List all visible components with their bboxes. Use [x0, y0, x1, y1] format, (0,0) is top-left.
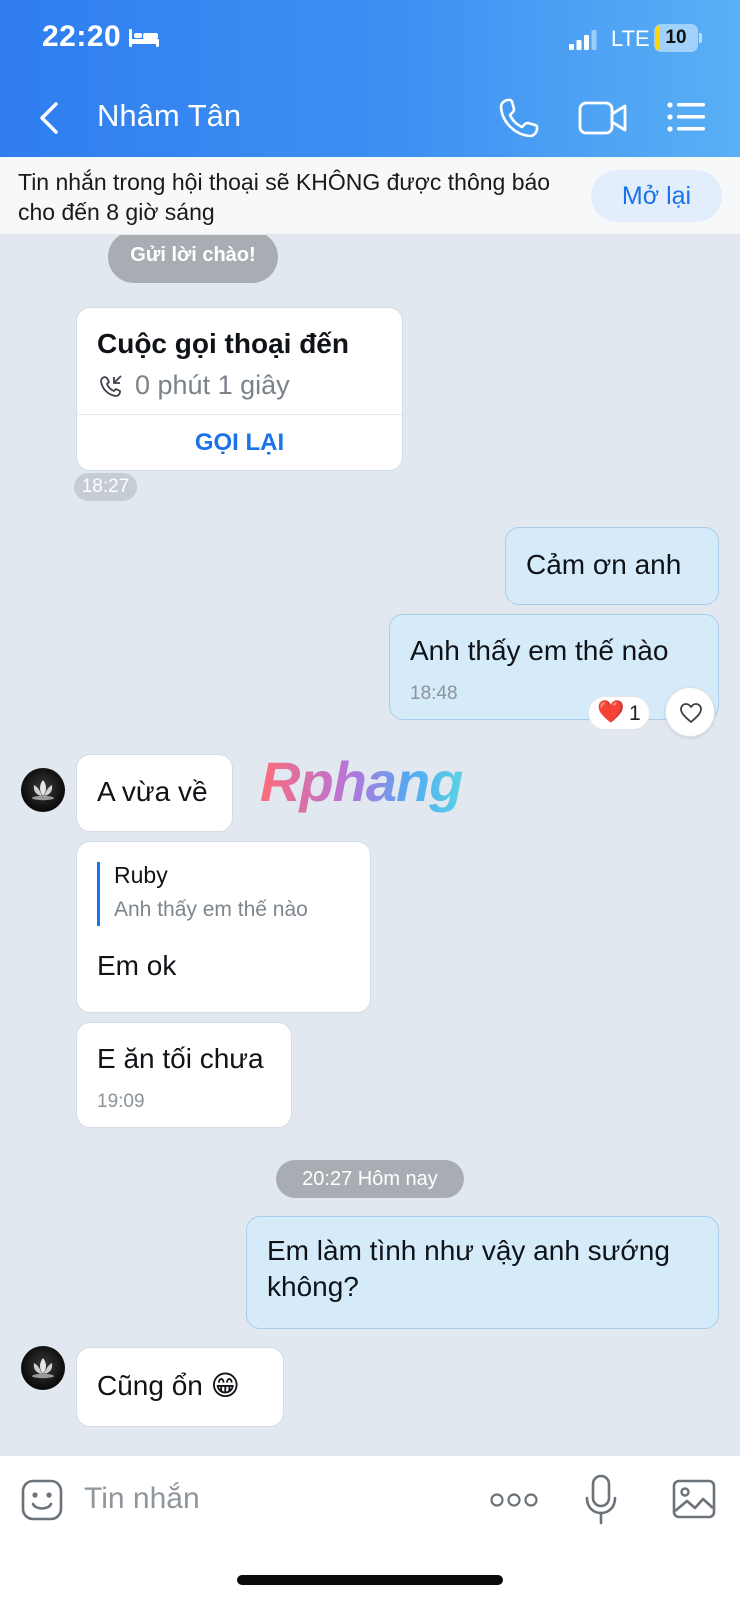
contact-avatar[interactable]: [21, 1346, 65, 1390]
sleep-focus-icon: [129, 29, 159, 47]
watermark-logo: Rphang: [260, 750, 463, 813]
battery-icon: 10: [654, 24, 702, 52]
mute-notice-text: Tin nhắn trong hội thoại sẽ KHÔNG được t…: [18, 169, 551, 225]
message-text: Cảm ơn anh: [526, 549, 682, 580]
message-time: 19:09: [97, 1091, 145, 1112]
message-time: 18:48: [410, 683, 458, 704]
network-type: LTE: [611, 26, 650, 51]
call-card-title: Cuộc gọi thoại đến: [97, 328, 349, 359]
lotus-avatar-icon: [32, 1358, 54, 1379]
contact-name[interactable]: Nhâm Tân: [97, 98, 241, 134]
react-button[interactable]: [665, 687, 715, 737]
status-time: 22:20: [42, 20, 122, 53]
incoming-call-icon: [100, 375, 122, 397]
mute-notice-bar: Tin nhắn trong hội thoại sẽ KHÔNG được t…: [0, 157, 740, 235]
heart-emoji-icon: ❤️: [597, 699, 625, 724]
quoted-sender: Ruby: [114, 862, 168, 888]
menu-button[interactable]: [666, 100, 706, 134]
contact-message-last[interactable]: Cũng ổn 😁: [76, 1347, 284, 1427]
my-message-thanks[interactable]: Cảm ơn anh: [505, 527, 719, 605]
day-separator: 20:27 Hôm nay: [276, 1160, 464, 1198]
reaction-badge[interactable]: ❤️ 1: [588, 696, 650, 730]
voice-call-button[interactable]: [497, 96, 541, 140]
my-message-long[interactable]: Em làm tình như vậy anh sướng không?: [246, 1216, 719, 1329]
heart-outline-icon: [680, 703, 702, 723]
message-text-line2: không?: [267, 1271, 359, 1302]
message-text-line1: Em làm tình như vậy anh sướng: [267, 1235, 670, 1266]
message-text: E ăn tối chưa: [97, 1043, 264, 1074]
reaction-count: 1: [629, 702, 641, 725]
back-button[interactable]: [30, 96, 70, 140]
contact-message-dinner[interactable]: E ăn tối chưa 19:09: [76, 1022, 292, 1128]
greeting-button[interactable]: Gửi lời chào!: [108, 235, 278, 283]
signal-icon: [569, 30, 597, 50]
chat-area[interactable]: Gửi lời chào! Cuộc gọi thoại đến 0 phút …: [0, 235, 740, 1455]
microphone-icon[interactable]: [584, 1474, 618, 1526]
call-card: Cuộc gọi thoại đến 0 phút 1 giây GỌI LẠI: [76, 307, 403, 471]
battery-level: 10: [665, 27, 687, 48]
home-indicator[interactable]: [237, 1575, 503, 1585]
header-bar: 22:20 LTE 10 Nhâm Tân: [0, 0, 740, 157]
message-text: Em ok: [97, 950, 177, 981]
contact-avatar[interactable]: [21, 768, 65, 812]
reopen-notifications-button[interactable]: Mở lại: [591, 170, 722, 222]
message-text: Cũng ổn 😁: [97, 1370, 240, 1401]
video-call-button[interactable]: [578, 98, 628, 138]
call-time-chip: 18:27: [74, 473, 137, 501]
more-options-icon[interactable]: [490, 1492, 538, 1508]
call-duration: 0 phút 1 giây: [135, 370, 290, 400]
contact-reply-message[interactable]: Ruby Anh thấy em thế nào Em ok: [76, 841, 371, 1013]
call-back-button[interactable]: GỌI LẠI: [77, 416, 402, 470]
quoted-text: Anh thấy em thế nào: [114, 898, 308, 921]
message-text: A vừa về: [97, 776, 208, 807]
message-input[interactable]: [84, 1476, 464, 1522]
contact-message-arrived[interactable]: A vừa về: [76, 754, 233, 832]
lotus-avatar-icon: [32, 780, 54, 801]
image-gallery-icon[interactable]: [672, 1478, 716, 1520]
sticker-icon[interactable]: [20, 1478, 64, 1522]
message-text: Anh thấy em thế nào: [410, 635, 669, 666]
